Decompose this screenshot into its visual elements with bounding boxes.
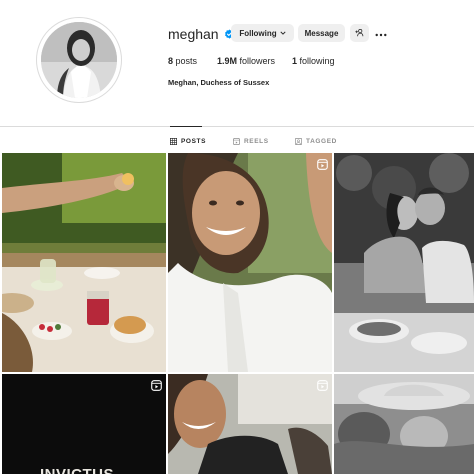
tab-reels-label: REELS [244, 137, 269, 145]
post-tile-5[interactable] [168, 374, 332, 474]
username: meghan [168, 26, 219, 42]
reel-indicator-icon [151, 378, 162, 391]
reel-indicator-icon [317, 157, 328, 170]
reel-indicator-icon [317, 378, 328, 391]
reels-icon [233, 137, 240, 145]
post-4-overlay-text: INVICTUS [40, 466, 114, 474]
posts-stat: 8 posts [168, 56, 197, 66]
message-button[interactable]: Message [298, 24, 345, 42]
post-tile-2[interactable] [168, 153, 332, 372]
post-1-image [2, 153, 166, 372]
chevron-down-icon [280, 30, 286, 36]
avatar[interactable] [41, 22, 117, 98]
following-label: following [299, 56, 335, 66]
profile-full-name: Meghan, Duchess of Sussex [168, 78, 270, 87]
followers-stat[interactable]: 1.9M followers [217, 56, 275, 66]
post-3-image [334, 153, 474, 372]
avatar-image [41, 22, 117, 98]
following-count: 1 [292, 56, 298, 66]
followers-label: followers [239, 56, 276, 66]
tab-posts-label: POSTS [181, 137, 207, 145]
posts-label: posts [175, 56, 198, 66]
tab-reels[interactable]: REELS [233, 136, 269, 146]
post-tile-3[interactable] [334, 153, 474, 372]
more-horizontal-icon [375, 24, 387, 42]
active-tab-indicator [170, 126, 202, 127]
tab-tagged[interactable]: TAGGED [295, 136, 337, 146]
post-6-image [334, 374, 474, 474]
message-button-label: Message [304, 28, 339, 38]
following-stat[interactable]: 1 following [292, 56, 335, 66]
post-tile-4[interactable]: INVICTUS [2, 374, 166, 474]
post-2-image [168, 153, 332, 372]
tab-tagged-label: TAGGED [306, 137, 337, 145]
add-user-icon [355, 28, 364, 39]
post-4-image [2, 374, 166, 474]
posts-count: 8 [168, 56, 174, 66]
post-5-image [168, 374, 332, 474]
grid-icon [170, 137, 177, 145]
tagged-icon [295, 137, 302, 145]
tabs-divider [0, 126, 474, 127]
post-tile-6[interactable] [334, 374, 474, 474]
following-button-label: Following [239, 28, 277, 38]
followers-count: 1.9M [217, 56, 238, 66]
tab-posts[interactable]: POSTS [170, 136, 206, 146]
add-user-button[interactable] [350, 24, 369, 42]
following-button[interactable]: Following [231, 24, 294, 42]
more-options-button[interactable] [372, 24, 390, 42]
username-row: meghan [168, 24, 235, 44]
post-tile-1[interactable] [2, 153, 166, 372]
